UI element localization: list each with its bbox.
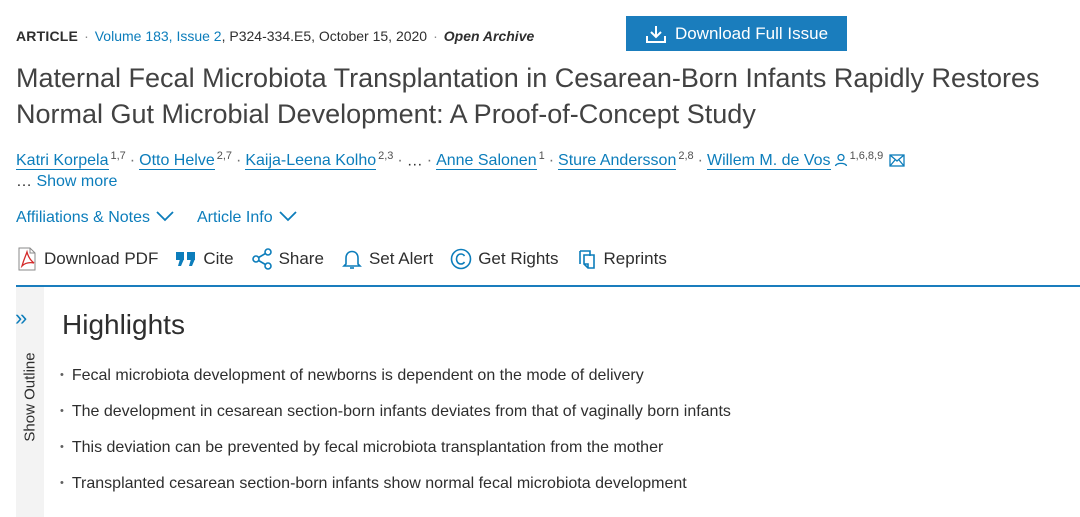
author-separator: · [129, 152, 136, 170]
article-title: Maternal Fecal Microbiota Transplantatio… [16, 63, 1040, 129]
person-icon [834, 150, 848, 176]
list-item: • This deviation can be prevented by feca… [60, 435, 731, 459]
show-more-ellipsis: … [16, 173, 32, 190]
download-pdf-button[interactable]: Download PDF [16, 247, 158, 271]
set-alert-label: Set Alert [368, 249, 434, 268]
pages-date: , P324-334.E5, October 15, 2020 [221, 28, 428, 44]
download-icon [645, 24, 667, 44]
author-separator: · [548, 152, 555, 170]
article-info-toggle[interactable]: Article Info [197, 207, 298, 229]
chevron-down-icon [278, 207, 298, 229]
author-link[interactable]: Otto Helve [139, 152, 215, 171]
author-affiliation: 1 [538, 150, 545, 162]
author-link[interactable]: Katri Korpela [16, 152, 109, 171]
affiliations-notes-label: Affiliations & Notes [16, 209, 150, 226]
authors-ellipsis: … [406, 152, 423, 170]
chevron-down-icon [155, 207, 175, 229]
affiliations-notes-toggle[interactable]: Affiliations & Notes [16, 207, 175, 229]
volume-issue-link[interactable]: Volume 183, Issue 2 [95, 28, 222, 44]
highlight-text: This deviation can be prevented by fecal… [71, 439, 664, 456]
highlights-list: • Fecal microbiota development of newborn… [60, 363, 731, 507]
chevron-double-right-icon[interactable]: » [15, 307, 27, 329]
get-rights-button[interactable]: Get Rights [450, 247, 559, 271]
reprints-label: Reprints [603, 249, 667, 268]
article-type: ARTICLE [16, 28, 79, 44]
author-affiliation: 2,8 [678, 150, 694, 162]
list-item: • The development in cesarean section-bor… [60, 399, 731, 423]
author-affiliation: 1,6,8,9 [849, 150, 884, 162]
share-label: Share [278, 249, 324, 268]
article-expanders: Affiliations & Notes Article Info [16, 207, 298, 229]
copyright-icon [450, 248, 472, 270]
access-type: Open Archive [443, 28, 535, 44]
article-toolbar: Download PDF Cite Share Set Alert Get Ri… [16, 247, 684, 271]
share-icon [251, 248, 273, 270]
bullet: • [60, 369, 64, 381]
bell-icon [341, 248, 363, 270]
list-item: • Transplanted cesarean section-born infa… [60, 471, 731, 495]
list-item: • Fecal microbiota development of newborn… [60, 363, 731, 387]
author-affiliation: 2,3 [378, 150, 394, 162]
author-separator: · [236, 152, 242, 170]
set-alert-button[interactable]: Set Alert [341, 247, 433, 271]
share-button[interactable]: Share [251, 247, 324, 271]
section-divider [16, 285, 1080, 287]
get-rights-label: Get Rights [478, 249, 559, 268]
highlight-text: Fecal microbiota development of newborns… [71, 367, 644, 384]
meta-separator: · [84, 28, 89, 44]
download-pdf-label: Download PDF [44, 249, 159, 268]
author-separator: · [397, 152, 403, 170]
bullet: • [60, 477, 64, 489]
pdf-icon [16, 247, 38, 271]
highlight-text: Transplanted cesarean section-born infan… [71, 475, 687, 492]
download-full-issue-label: Download Full Issue [674, 23, 829, 43]
author-affiliation: 1,7 [110, 150, 126, 162]
author-separator: · [426, 152, 433, 170]
show-more-link[interactable]: Show more [36, 173, 117, 190]
author-link[interactable]: Anne Salonen [436, 152, 537, 171]
bullet: • [60, 441, 64, 453]
reprints-button[interactable]: Reprints [576, 247, 667, 271]
author-link[interactable]: Willem M. de Vos [706, 152, 831, 171]
cite-label: Cite [203, 249, 234, 268]
reprints-icon [576, 248, 598, 270]
author-link[interactable]: Kaija-Leena Kolho [245, 152, 377, 171]
author-separator: · [697, 152, 703, 170]
bullet: • [60, 405, 64, 417]
author-list: Katri Korpela 1,7 · Otto Helve 2,7 · Kaija-Lee… [16, 143, 1066, 176]
author-link[interactable]: Sture Andersson [558, 152, 677, 171]
article-meta: ARTICLE · Volume 183, Issue 2 , P324-334… [16, 24, 534, 48]
cite-button[interactable]: Cite [175, 247, 234, 271]
article-info-label: Article Info [197, 209, 273, 226]
download-full-issue-button[interactable]: Download Full Issue [626, 16, 847, 51]
author-affiliation: 2,7 [216, 150, 233, 162]
highlights-heading: Highlights [62, 309, 185, 340]
show-outline-toggle[interactable]: Show Outline [22, 352, 39, 441]
meta-separator: · [433, 28, 438, 44]
highlight-text: The development in cesarean section-born… [71, 403, 731, 420]
show-more-row: … Show more [16, 171, 117, 193]
email-icon[interactable] [889, 150, 905, 176]
quote-icon [175, 250, 197, 268]
